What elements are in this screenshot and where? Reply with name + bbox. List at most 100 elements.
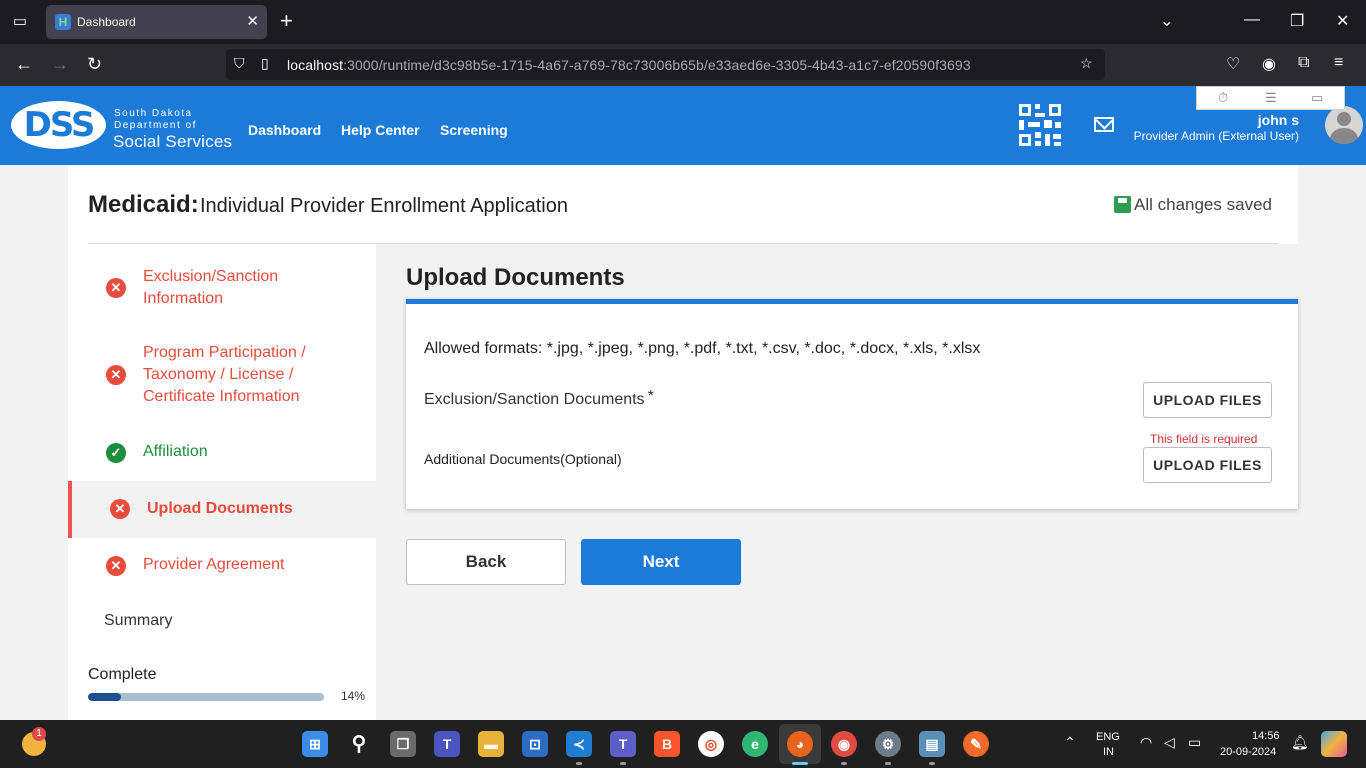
page-program: Medicaid:: [88, 191, 199, 218]
step-label: Affiliation: [143, 443, 208, 460]
account-icon[interactable]: ◉: [1262, 54, 1276, 74]
next-button[interactable]: Next: [581, 539, 741, 585]
step-affiliation[interactable]: ✓ Affiliation: [68, 432, 376, 472]
progress-fill: [88, 693, 122, 701]
chevron-down-icon[interactable]: ⌄: [1160, 11, 1173, 31]
menu-icon[interactable]: ≡: [1334, 54, 1343, 72]
running-indicator: [885, 762, 891, 765]
step-program-participation[interactable]: ✕ Program Participation / Taxonomy / Lic…: [68, 336, 376, 414]
copilot-icon[interactable]: [1321, 731, 1347, 757]
app-header: DSS South Dakota Department of Social Se…: [0, 86, 1366, 165]
upload-exclusion-button[interactable]: UPLOAD FILES: [1143, 382, 1272, 418]
nav-help-center[interactable]: Help Center: [341, 122, 420, 138]
brave-icon[interactable]: B: [654, 731, 680, 757]
step-summary[interactable]: Summary: [68, 602, 376, 642]
firefox-icon[interactable]: ◕: [787, 731, 813, 757]
nav-dashboard[interactable]: Dashboard: [248, 122, 321, 138]
url-path: :3000/runtime/d3c98b5e-1715-4a67-a769-78…: [343, 57, 971, 73]
error-icon: ✕: [106, 556, 126, 576]
file-explorer-icon[interactable]: ▬: [478, 731, 504, 757]
start-icon[interactable]: ⊞: [302, 731, 328, 757]
reload-icon[interactable]: ↻: [87, 54, 102, 74]
error-icon: ✕: [110, 499, 130, 519]
language-code[interactable]: ENG: [1096, 731, 1120, 743]
dss-logo[interactable]: DSS: [11, 101, 106, 149]
shield-icon[interactable]: ⛉: [234, 55, 245, 72]
running-indicator: [620, 762, 626, 765]
logo-state-text: South Dakota: [114, 108, 193, 119]
page-title: Individual Provider Enrollment Applicati…: [200, 195, 568, 217]
error-icon: ✕: [106, 278, 126, 298]
chrome-icon[interactable]: ◉: [831, 731, 857, 757]
avatar[interactable]: [1325, 106, 1363, 144]
notification-bell-icon[interactable]: 🔔︎: [1291, 734, 1309, 751]
new-tab-icon[interactable]: +: [280, 10, 293, 32]
url-bar[interactable]: ⛉ ▯ localhost:3000/runtime/d3c98b5e-1715…: [226, 49, 1105, 80]
comment-icon[interactable]: ▭: [1311, 90, 1323, 106]
window-close-icon[interactable]: ✕: [1336, 11, 1349, 31]
favicon-icon: H: [55, 14, 71, 30]
windows-taskbar: 1 ⊞ ⚲ ❐ T ▬ ⊡ ≺ T B ◎ e ◕ ◉ ⚙ ▤ ✎ ⌃ ENG …: [0, 720, 1366, 768]
extensions-icon[interactable]: ⧉: [1298, 54, 1309, 72]
battery-icon[interactable]: ▭: [1188, 734, 1201, 751]
additional-docs-label: Additional Documents(Optional): [424, 451, 622, 467]
section-title: Upload Documents: [406, 264, 625, 291]
vpn-icon[interactable]: ◎: [698, 731, 724, 757]
monitor-icon[interactable]: ▤: [919, 731, 945, 757]
settings-gear-icon[interactable]: ⚙: [875, 731, 901, 757]
postman-icon[interactable]: ✎: [963, 731, 989, 757]
pocket-icon[interactable]: ♡: [1226, 54, 1240, 74]
page-info-icon[interactable]: ▯: [261, 55, 269, 72]
tree-icon[interactable]: ☰: [1265, 90, 1277, 106]
qr-code-icon[interactable]: [1019, 104, 1061, 146]
minimize-icon[interactable]: —: [1244, 11, 1260, 29]
running-indicator: [929, 762, 935, 765]
volume-icon[interactable]: ◁: [1164, 734, 1175, 751]
tab-close-icon[interactable]: ✕: [246, 12, 259, 30]
active-indicator: [792, 762, 808, 765]
chevron-up-icon[interactable]: ⌃: [1064, 734, 1076, 751]
back-button[interactable]: Back: [406, 539, 566, 585]
mail-icon[interactable]: [1094, 117, 1114, 132]
step-upload-documents[interactable]: ✕ Upload Documents: [68, 481, 376, 538]
wifi-icon[interactable]: ◠: [1140, 734, 1152, 751]
step-label: Taxonomy / License /: [143, 366, 294, 383]
vscode-icon[interactable]: ≺: [566, 731, 592, 757]
logo-agency-text: Social Services: [113, 132, 233, 151]
user-name[interactable]: john s: [1258, 112, 1299, 128]
forward-arrow-icon[interactable]: →: [51, 54, 69, 74]
step-label: Program Participation /: [143, 344, 306, 361]
browser-tab[interactable]: H Dashboard ✕: [46, 5, 267, 39]
teams-work-icon[interactable]: T: [610, 731, 636, 757]
store-icon[interactable]: ⊡: [522, 731, 548, 757]
back-arrow-icon[interactable]: ←: [15, 54, 33, 74]
task-view-icon[interactable]: ❐: [390, 731, 416, 757]
clock-date[interactable]: 20-09-2024: [1220, 746, 1276, 758]
nav-screening[interactable]: Screening: [440, 122, 508, 138]
restore-icon[interactable]: ❐: [1290, 11, 1304, 31]
timer-icon[interactable]: ⏱: [1218, 90, 1228, 106]
bookmark-star-icon[interactable]: ☆: [1080, 55, 1093, 72]
teams-icon[interactable]: T: [434, 731, 460, 757]
upload-additional-button[interactable]: UPLOAD FILES: [1143, 447, 1272, 483]
step-exclusion-sanction[interactable]: ✕ Exclusion/Sanction Information: [68, 258, 376, 318]
step-provider-agreement[interactable]: ✕ Provider Agreement: [68, 546, 376, 586]
step-label: Exclusion/Sanction: [143, 268, 279, 285]
search-icon[interactable]: ⚲: [346, 731, 372, 757]
step-label: Summary: [104, 612, 173, 629]
step-label: Certificate Information: [143, 388, 300, 405]
tab-list-icon[interactable]: ▭: [10, 12, 30, 32]
edge-icon[interactable]: e: [742, 731, 768, 757]
tab-title: Dashboard: [77, 15, 136, 29]
clock-time[interactable]: 14:56: [1252, 730, 1280, 742]
language-region: IN: [1103, 746, 1114, 758]
exclusion-docs-label: Exclusion/Sanction Documents *: [424, 388, 654, 409]
exclusion-docs-text: Exclusion/Sanction Documents: [424, 391, 645, 408]
error-icon: ✕: [106, 365, 126, 385]
step-label: Information: [143, 290, 224, 307]
required-error-message: This field is required: [1150, 432, 1258, 446]
progress-label: Complete: [88, 666, 157, 683]
url-text[interactable]: localhost:3000/runtime/d3c98b5e-1715-4a6…: [287, 57, 971, 73]
allowed-formats: Allowed formats: *.jpg, *.jpeg, *.png, *…: [424, 340, 981, 357]
browser-tab-bar: ▭ H Dashboard ✕ + ⌄ — ❐ ✕: [0, 0, 1366, 44]
